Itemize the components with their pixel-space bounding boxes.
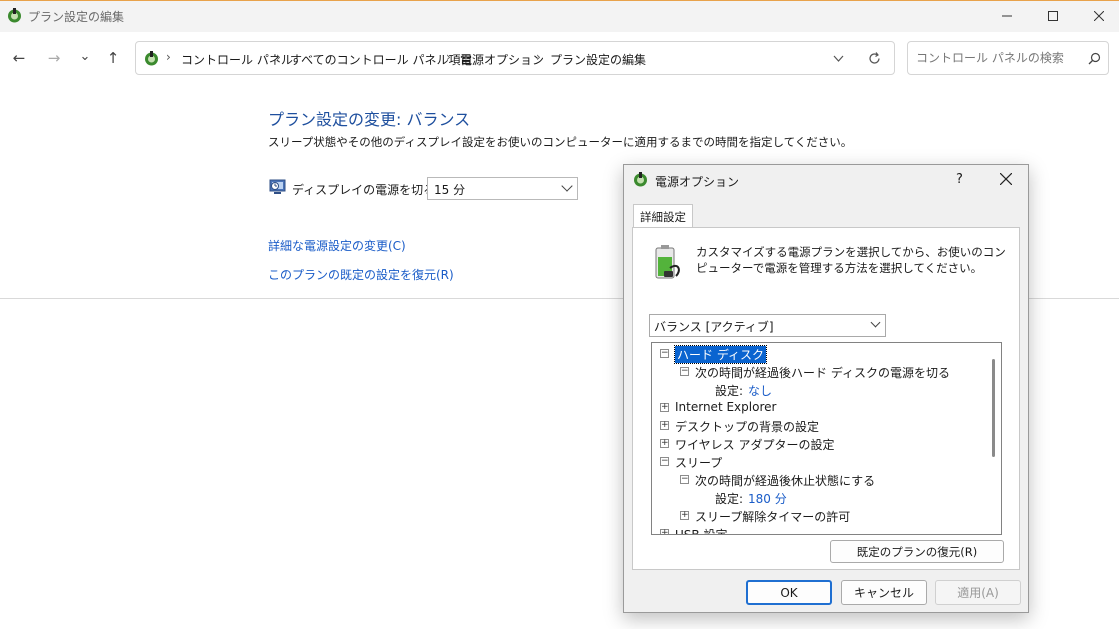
forward-button[interactable]: → [41,46,67,70]
advanced-settings-panel: カスタマイズする電源プランを選択してから、お使いのコンピューターで電源を管理する… [632,227,1020,570]
collapse-icon[interactable]: − [660,457,669,466]
setting-label: 設定: [715,492,744,506]
expand-icon[interactable]: + [660,421,669,430]
page-description: スリープ状態やその他のディスプレイ設定をお使いのコンピューターに適用するまでの時… [268,135,853,149]
expand-icon[interactable]: + [660,439,669,448]
maximize-button[interactable] [1030,0,1076,32]
advanced-settings-link[interactable]: 詳細な電源設定の変更(C) [268,237,406,254]
search-input[interactable] [916,49,1081,67]
title-bar: プラン設定の編集 [0,0,1119,32]
maximize-icon [1048,11,1058,21]
collapse-icon[interactable]: − [680,475,689,484]
display-off-value: 15 分 [434,183,466,197]
dialog-title: 電源オプション [655,175,740,189]
tree-label: デスクトップの背景の設定 [675,420,820,434]
window-title: プラン設定の編集 [28,10,125,24]
breadcrumb-separator: › [276,50,281,64]
tree-label: ハード ディスク [674,345,767,364]
breadcrumb-power-options[interactable]: 電源オプション [460,51,544,68]
breadcrumb-separator: › [166,50,171,64]
expand-icon[interactable]: + [660,529,669,534]
power-options-dialog-icon [634,172,647,187]
display-off-label: ディスプレイの電源を切る: [292,183,440,197]
breadcrumb-separator: › [536,50,541,64]
ok-button[interactable]: OK [746,580,832,605]
minimize-icon [1002,15,1012,17]
settings-tree[interactable]: − ハード ディスク − 次の時間が経過後ハード ディスクの電源を切る 設定: … [651,342,1002,535]
search-icon[interactable] [1088,52,1101,65]
tree-label: ワイヤレス アダプターの設定 [675,438,835,452]
collapse-icon[interactable]: − [680,367,689,376]
power-options-dialog: 電源オプション ? 詳細設定 カスタマイズする電源プランを選択してから、お使いの… [623,164,1029,613]
power-plan-value: バランス [アクティブ] [654,320,774,334]
collapse-icon[interactable]: − [660,349,669,358]
address-dropdown-icon[interactable] [833,55,844,63]
close-button[interactable] [1076,0,1119,32]
power-options-app-icon [8,8,21,23]
tab-label: 詳細設定 [640,210,686,224]
expand-icon[interactable]: + [680,511,689,520]
setting-value[interactable]: なし [748,382,772,399]
restore-defaults-link[interactable]: このプランの既定の設定を復元(R) [268,266,454,283]
display-icon [269,179,286,194]
up-arrow-icon: ↑ [106,49,120,67]
breadcrumb-separator: › [446,50,451,64]
expand-icon[interactable]: + [660,403,669,412]
tree-label: スリープ [675,456,723,470]
apply-button[interactable]: 適用(A) [935,580,1021,605]
tree-label: 次の時間が経過後ハード ディスクの電源を切る [695,366,950,380]
recent-locations-button[interactable]: ⌄ [72,44,98,68]
chevron-down-icon: ⌄ [79,48,91,64]
minimize-button[interactable] [984,0,1030,32]
tab-advanced-settings[interactable]: 詳細設定 [633,204,693,228]
power-plan-select[interactable]: バランス [アクティブ] [649,314,886,337]
tree-scrollbar[interactable] [992,359,995,457]
chevron-down-icon [561,180,573,192]
restore-plan-defaults-button[interactable]: 既定のプランの復元(R) [830,540,1004,563]
display-off-select[interactable]: 15 分 [427,177,578,200]
dialog-intro-text: カスタマイズする電源プランを選択してから、お使いのコンピューターで電源を管理する… [696,245,1006,275]
tree-label: スリープ解除タイマーの許可 [695,510,851,524]
dialog-close-icon[interactable] [1000,173,1012,185]
setting-value[interactable]: 180 分 [748,490,787,507]
search-box[interactable] [907,41,1109,75]
tree-label: 次の時間が経過後休止状態にする [695,474,876,488]
title-accent [0,0,1119,1]
breadcrumb-edit-plan[interactable]: プラン設定の編集 [550,51,646,68]
chevron-down-icon [870,317,881,328]
setting-label: 設定: [715,384,744,398]
close-icon [1094,11,1104,21]
battery-plug-icon [655,245,680,279]
up-button[interactable]: ↑ [100,46,126,70]
forward-arrow-icon: → [47,49,61,67]
cancel-button[interactable]: キャンセル [841,580,927,605]
help-button[interactable]: ? [956,172,963,187]
address-bar[interactable]: › コントロール パネル › すべてのコントロール パネル項目 › 電源オプショ… [135,41,895,75]
back-button[interactable]: ← [6,46,32,70]
tree-label: USB 設定 [675,528,728,535]
back-arrow-icon: ← [12,49,26,67]
page-title: プラン設定の変更: バランス [268,110,471,129]
refresh-icon[interactable] [867,51,882,66]
tree-label: Internet Explorer [675,400,777,414]
power-options-breadcrumb-icon [145,51,158,66]
